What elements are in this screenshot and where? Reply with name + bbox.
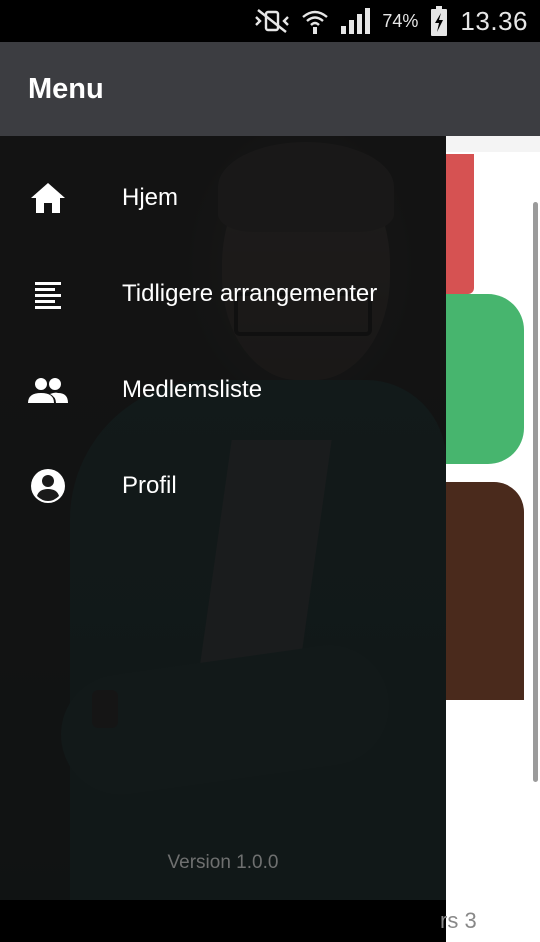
account-circle-icon [28,466,68,506]
menu-item-label: Tidligere arrangementer [122,280,378,307]
menu-item-tidligere-arrangementer[interactable]: Tidligere arrangementer [0,246,446,342]
scrollbar[interactable] [533,202,538,782]
menu-item-profil[interactable]: Profil [0,438,446,534]
card-shape-red [446,154,474,294]
list-icon [28,274,68,314]
status-bar: 74% 13.36 [0,0,540,42]
battery-charging-icon [430,6,448,36]
version-text: Version 1.0.0 [167,852,279,873]
drawer-header: Menu [0,42,446,136]
menu-item-hjem[interactable]: Hjem [0,150,446,246]
card-shape-green [446,294,524,464]
people-icon [28,370,68,410]
menu-item-medlemsliste[interactable]: Medlemsliste [0,342,446,438]
battery-percent: 74% [382,10,419,31]
vibrate-mute-icon [254,9,290,33]
clock: 13.36 [460,5,528,36]
menu-item-label: Hjem [122,184,179,211]
wifi-icon [302,8,329,34]
drawer-title: Menu [28,73,104,105]
menu-item-label: Medlemsliste [122,376,263,403]
signal-icon [340,8,371,34]
navigation-drawer: Menu Hjem Tidligere arrangementer Medlem… [0,42,446,900]
home-icon [28,178,68,218]
card-shape-brown [446,482,524,700]
background-partial-text: rs 3 [440,908,477,933]
menu-item-label: Profil [122,472,177,499]
